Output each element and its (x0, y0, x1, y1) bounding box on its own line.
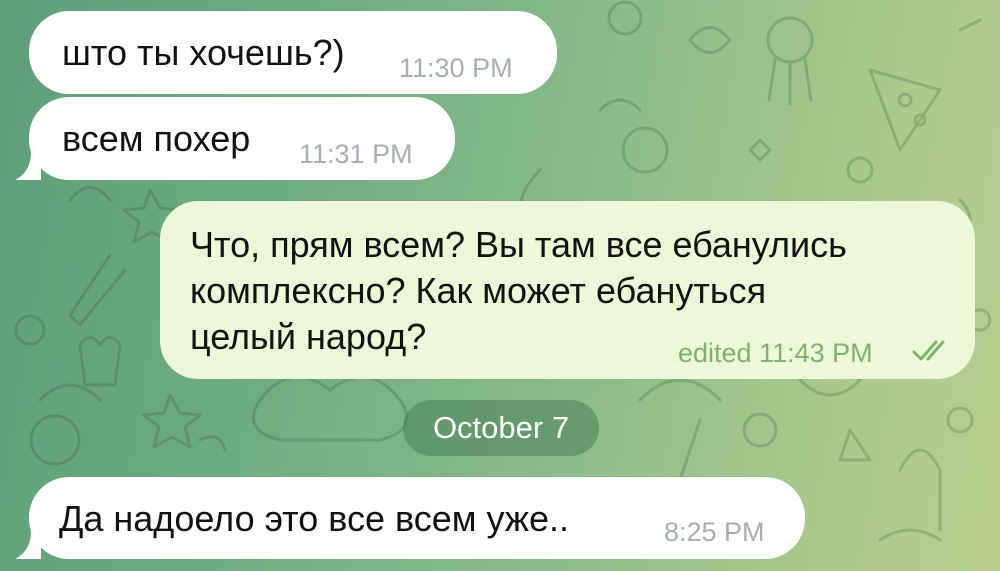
message-text-line: Что, прям всем? Вы там все ебанулись (190, 224, 847, 265)
message-text-line: комплексно? Как может ебануться (190, 270, 767, 311)
message-text: што ты хочешь?) (62, 32, 345, 73)
double-check-icon (912, 340, 945, 361)
message-bubble-incoming[interactable]: што ты хочешь?) 11:30 PM (29, 11, 557, 94)
date-separator: October 7 (403, 400, 599, 456)
message-bubble-incoming[interactable]: Да надоело это все всем уже.. 8:25 PM (29, 477, 805, 559)
message-edited-time: edited 11:43 PM (678, 338, 873, 368)
message-time: 11:31 PM (299, 139, 413, 169)
message-time: 11:30 PM (399, 53, 513, 83)
message-text: всем похер (62, 118, 251, 159)
message-time: 8:25 PM (664, 517, 765, 547)
bubble-tail (15, 531, 41, 559)
bubble-tail (15, 152, 41, 180)
date-separator-label: October 7 (432, 410, 570, 445)
message-text-line: целый народ? (190, 316, 427, 357)
message-bubble-incoming[interactable]: всем похер 11:31 PM (29, 97, 455, 180)
message-text: Да надоело это все всем уже.. (59, 498, 570, 539)
message-bubble-outgoing[interactable]: Что, прям всем? Вы там все ебанулись ком… (160, 201, 975, 379)
